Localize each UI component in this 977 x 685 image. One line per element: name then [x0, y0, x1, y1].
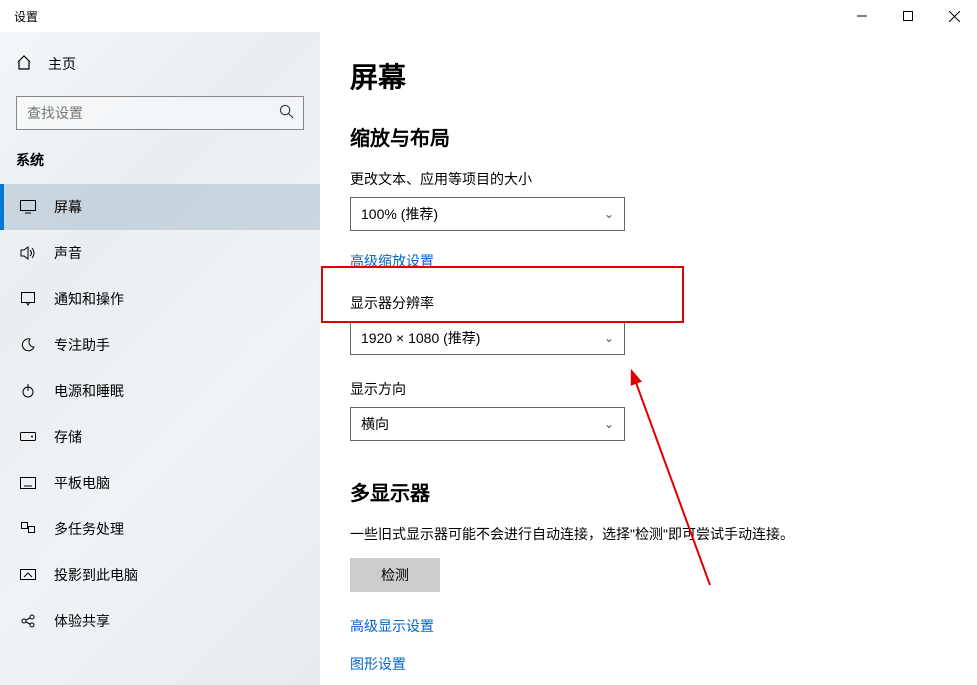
scale-label: 更改文本、应用等项目的大小: [350, 169, 947, 189]
sidebar-nav: 屏幕 声音 通知和操作 专注助手 电源和睡眠: [0, 184, 320, 644]
close-button[interactable]: [931, 0, 977, 32]
resolution-label: 显示器分辨率: [350, 293, 947, 313]
page-title: 屏幕: [350, 56, 947, 96]
multitask-icon: [20, 522, 36, 536]
sidebar-item-label: 屏幕: [54, 197, 82, 217]
sidebar-item-label: 存储: [54, 427, 82, 447]
sound-icon: [20, 246, 36, 260]
chevron-down-icon: ⌄: [604, 207, 614, 221]
multi-section-title: 多显示器: [350, 477, 947, 506]
resolution-value: 1920 × 1080 (推荐): [361, 328, 480, 348]
orientation-dropdown[interactable]: 横向 ⌄: [350, 407, 625, 441]
sidebar-item-share[interactable]: 体验共享: [0, 598, 320, 644]
detect-button[interactable]: 检测: [350, 558, 440, 592]
power-icon: [20, 384, 36, 398]
scale-dropdown[interactable]: 100% (推荐) ⌄: [350, 197, 625, 231]
sidebar-item-display[interactable]: 屏幕: [0, 184, 320, 230]
window-title: 设置: [14, 8, 38, 25]
orientation-label: 显示方向: [350, 379, 947, 399]
sidebar-home[interactable]: 主页: [0, 44, 320, 84]
sidebar-item-project[interactable]: 投影到此电脑: [0, 552, 320, 598]
sidebar-item-label: 专注助手: [54, 335, 110, 355]
project-icon: [20, 569, 36, 581]
chevron-down-icon: ⌄: [604, 331, 614, 345]
sidebar-item-label: 体验共享: [54, 611, 110, 631]
advanced-scale-link[interactable]: 高级缩放设置: [350, 251, 434, 271]
sidebar-section-label: 系统: [0, 150, 320, 184]
scale-value: 100% (推荐): [361, 204, 438, 224]
sidebar-item-focus[interactable]: 专注助手: [0, 322, 320, 368]
sidebar-item-label: 通知和操作: [54, 289, 124, 309]
share-icon: [20, 614, 36, 628]
sidebar-item-storage[interactable]: 存储: [0, 414, 320, 460]
sidebar-item-tablet[interactable]: 平板电脑: [0, 460, 320, 506]
search-input[interactable]: [16, 96, 304, 130]
content-area: 屏幕 缩放与布局 更改文本、应用等项目的大小 100% (推荐) ⌄ 高级缩放设…: [320, 32, 977, 685]
minimize-button[interactable]: [839, 0, 885, 32]
sidebar-item-label: 平板电脑: [54, 473, 110, 493]
home-icon: [16, 55, 32, 74]
sidebar: 主页 系统 屏幕 声音 通知和操作: [0, 32, 320, 685]
moon-icon: [20, 338, 36, 352]
maximize-button[interactable]: [885, 0, 931, 32]
search-icon: [279, 104, 294, 122]
advanced-display-link[interactable]: 高级显示设置: [350, 616, 434, 636]
scale-section-title: 缩放与布局: [350, 122, 947, 151]
sidebar-item-sound[interactable]: 声音: [0, 230, 320, 276]
tablet-icon: [20, 477, 36, 489]
display-icon: [20, 200, 36, 214]
sidebar-item-label: 声音: [54, 243, 82, 263]
multi-info-text: 一些旧式显示器可能不会进行自动连接，选择"检测"即可尝试手动连接。: [350, 524, 947, 544]
graphics-settings-link[interactable]: 图形设置: [350, 654, 406, 674]
home-label: 主页: [48, 54, 76, 74]
sidebar-item-notifications[interactable]: 通知和操作: [0, 276, 320, 322]
sidebar-item-label: 电源和睡眠: [54, 381, 124, 401]
sidebar-item-label: 投影到此电脑: [54, 565, 138, 585]
storage-icon: [20, 432, 36, 442]
notification-icon: [20, 292, 36, 306]
sidebar-item-multitask[interactable]: 多任务处理: [0, 506, 320, 552]
chevron-down-icon: ⌄: [604, 417, 614, 431]
sidebar-item-power[interactable]: 电源和睡眠: [0, 368, 320, 414]
resolution-dropdown[interactable]: 1920 × 1080 (推荐) ⌄: [350, 321, 625, 355]
orientation-value: 横向: [361, 414, 389, 434]
sidebar-item-label: 多任务处理: [54, 519, 124, 539]
